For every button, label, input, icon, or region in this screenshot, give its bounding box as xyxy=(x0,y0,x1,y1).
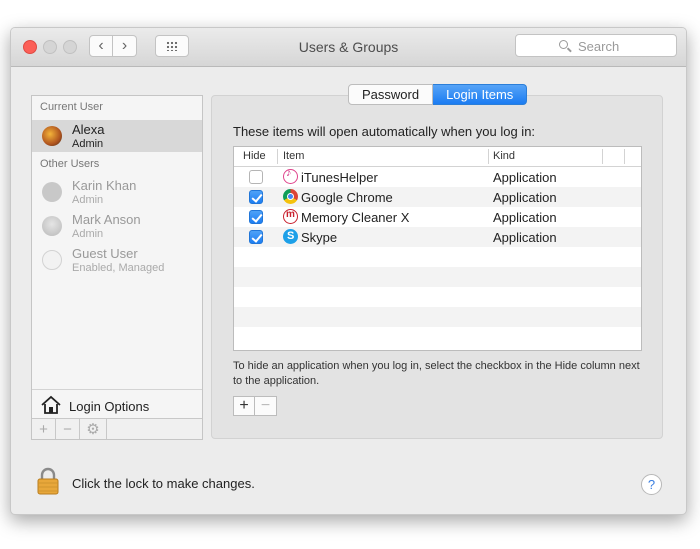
user-role: Admin xyxy=(72,228,104,240)
item-kind: Application xyxy=(493,170,557,185)
item-name: Google Chrome xyxy=(301,190,393,205)
user-name: Alexa xyxy=(72,122,105,137)
lock-icon[interactable] xyxy=(36,467,60,495)
user-item-guest-user[interactable]: Guest User Enabled, Managed xyxy=(32,244,202,276)
gear-icon: ⚙ xyxy=(86,421,100,438)
add-user-button[interactable]: + xyxy=(32,419,56,439)
hide-checkbox[interactable] xyxy=(249,190,263,204)
current-user-heading: Current User xyxy=(40,101,103,113)
avatar xyxy=(42,182,62,202)
table-row[interactable]: iTunesHelper Application xyxy=(234,167,641,187)
hide-hint-text: To hide an application when you log in, … xyxy=(233,360,640,387)
search-input[interactable] xyxy=(576,38,675,55)
hide-checkbox[interactable] xyxy=(249,210,263,224)
empty-row xyxy=(234,307,641,327)
table-header: Hide Item Kind xyxy=(234,147,641,167)
minus-icon: − xyxy=(63,420,72,438)
help-button[interactable]: ? xyxy=(641,474,662,495)
avatar xyxy=(42,126,62,146)
item-kind: Application xyxy=(493,230,557,245)
lock-text: Click the lock to make changes. xyxy=(72,476,255,491)
login-items-table[interactable]: Hide Item Kind iTunesHelper Application … xyxy=(233,146,642,351)
user-item-karin-khan[interactable]: Karin Khan Admin xyxy=(32,176,202,208)
column-header-kind[interactable]: Kind xyxy=(493,150,515,162)
other-users-heading: Other Users xyxy=(40,158,100,170)
table-row[interactable]: Memory Cleaner X Application xyxy=(234,207,641,227)
empty-row xyxy=(234,327,641,347)
minus-icon: − xyxy=(260,397,271,414)
plus-icon: + xyxy=(239,397,249,414)
user-role: Enabled, Managed xyxy=(72,262,165,274)
table-row[interactable]: Skype Application xyxy=(234,227,641,247)
empty-row xyxy=(234,267,641,287)
user-name: Karin Khan xyxy=(72,178,137,193)
empty-row xyxy=(234,247,641,267)
item-name: Memory Cleaner X xyxy=(301,210,410,225)
avatar xyxy=(42,250,62,270)
login-items-intro: These items will open automatically when… xyxy=(233,124,536,139)
hide-checkbox[interactable] xyxy=(249,230,263,244)
add-remove-controls: + − xyxy=(233,396,277,416)
house-icon xyxy=(41,395,61,414)
search-icon xyxy=(559,40,568,49)
user-name: Guest User xyxy=(72,246,138,261)
title-bar[interactable]: ‹ › Users & Groups xyxy=(11,28,686,67)
item-kind: Application xyxy=(493,210,557,225)
item-name: iTunesHelper xyxy=(301,170,378,185)
user-role: Admin xyxy=(72,138,104,150)
chrome-icon xyxy=(283,189,298,204)
itunes-icon xyxy=(283,167,298,184)
preferences-window: ‹ › Users & Groups Current User Alexa Ad… xyxy=(10,27,687,515)
user-name: Mark Anson xyxy=(72,212,141,227)
memory-cleaner-icon xyxy=(283,209,298,224)
remove-user-button[interactable]: − xyxy=(56,419,80,439)
user-role: Admin xyxy=(72,194,104,206)
action-menu-button[interactable]: ⚙ xyxy=(80,419,107,439)
item-name: Skype xyxy=(301,230,338,245)
user-item-mark-anson[interactable]: Mark Anson Admin xyxy=(32,210,202,242)
hide-checkbox[interactable] xyxy=(249,170,263,184)
column-divider xyxy=(602,149,603,164)
sidebar-toolbar: + − ⚙ xyxy=(32,418,202,439)
empty-row xyxy=(234,287,641,307)
add-login-item-button[interactable]: + xyxy=(233,396,255,416)
users-sidebar: Current User Alexa Admin Other Users Kar… xyxy=(31,95,203,440)
search-field[interactable] xyxy=(515,34,677,57)
table-row[interactable]: Google Chrome Application xyxy=(234,187,641,207)
login-options-label: Login Options xyxy=(69,399,150,414)
item-kind: Application xyxy=(493,190,557,205)
column-header-item[interactable]: Item xyxy=(283,150,304,162)
remove-login-item-button[interactable]: − xyxy=(255,396,277,416)
column-header-hide[interactable]: Hide xyxy=(243,150,266,162)
column-divider xyxy=(488,149,489,164)
avatar xyxy=(42,216,62,236)
tab-bar: Password Login Items xyxy=(348,84,528,105)
column-divider xyxy=(624,149,625,164)
column-divider xyxy=(277,149,278,164)
tab-login-items[interactable]: Login Items xyxy=(433,84,528,105)
user-item-alexa[interactable]: Alexa Admin xyxy=(32,120,202,152)
plus-icon: + xyxy=(39,420,48,438)
skype-icon xyxy=(283,229,298,244)
tab-password[interactable]: Password xyxy=(348,84,434,105)
